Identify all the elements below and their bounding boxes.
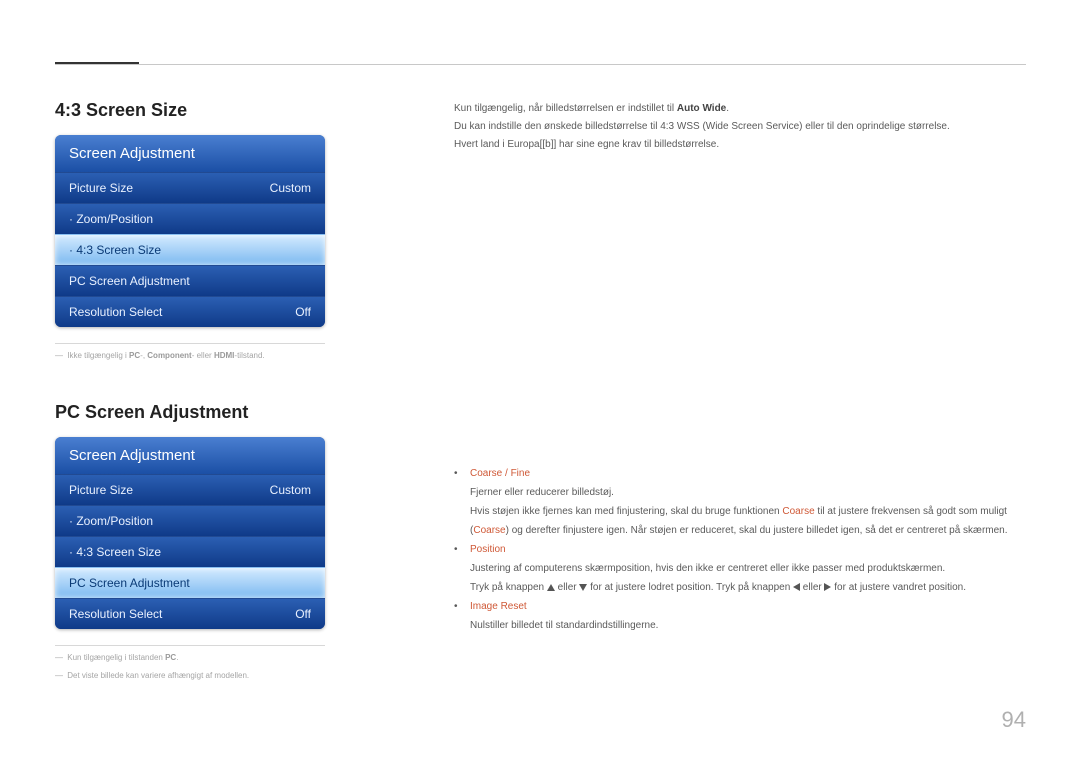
menu-item-label: PC Screen Adjustment [69,274,190,288]
intro-text: Kun tilgængelig, når billedstørrelsen er… [454,100,1026,154]
menu-item[interactable]: PC Screen Adjustment [55,265,325,296]
spacer [454,154,1026,464]
menu-item-label: Zoom/Position [69,212,153,226]
menu-item-value: Custom [270,181,311,195]
bullet-image-reset: • Image Reset Nulstiller billedet til st… [454,597,1026,635]
menu-item-value: Off [295,305,311,319]
menu-item[interactable]: Resolution Select Off [55,598,325,629]
right-column: Kun tilgængelig, når billedstørrelsen er… [454,100,1026,635]
footnote-2b: ― Det viste billede kan variere afhængig… [55,670,345,682]
footnote-2a: ― Kun tilgængelig i tilstanden PC. [55,652,345,664]
separator [55,645,325,646]
menu-item[interactable]: 4:3 Screen Size [55,234,325,265]
menu-item-label: Picture Size [69,483,133,497]
menu-item[interactable]: 4:3 Screen Size [55,536,325,567]
menu-header: Screen Adjustment [55,135,325,172]
arrow-up-icon [547,584,555,591]
header-rule [55,64,1026,65]
menu-item-label: 4:3 Screen Size [69,545,161,559]
menu-header: Screen Adjustment [55,437,325,474]
arrow-left-icon [793,583,800,591]
bullet-coarse-fine: • Coarse / Fine Fjerner eller reducerer … [454,464,1026,540]
bullet-list: • Coarse / Fine Fjerner eller reducerer … [454,464,1026,635]
menu-item-label: Picture Size [69,181,133,195]
footnote-1: ― Ikke tilgængelig i PC-, Component- ell… [55,350,345,362]
section-title-pc: PC Screen Adjustment [55,402,345,423]
menu-item-label: 4:3 Screen Size [69,243,161,257]
menu-item-value: Off [295,607,311,621]
menu-item[interactable]: Picture Size Custom [55,172,325,203]
menu-item[interactable]: Picture Size Custom [55,474,325,505]
menu-panel-2: Screen Adjustment Picture Size Custom Zoom… [55,437,325,629]
menu-item[interactable]: Zoom/Position [55,505,325,536]
bullet-position: • Position Justering af computerens skær… [454,540,1026,597]
separator [55,343,325,344]
menu-item-label: Zoom/Position [69,514,153,528]
menu-item[interactable]: PC Screen Adjustment [55,567,325,598]
menu-panel-1: Screen Adjustment Picture Size Custom Zoom… [55,135,325,327]
menu-item-label: Resolution Select [69,607,162,621]
left-column: 4:3 Screen Size Screen Adjustment Pictur… [55,100,345,682]
bullet-dot: • [454,540,462,597]
bullet-dot: • [454,464,462,540]
menu-item-label: PC Screen Adjustment [69,576,190,590]
section-title-43: 4:3 Screen Size [55,100,345,121]
page-number: 94 [1002,707,1026,733]
menu-item[interactable]: Zoom/Position [55,203,325,234]
menu-item[interactable]: Resolution Select Off [55,296,325,327]
bullet-dot: • [454,597,462,635]
menu-item-label: Resolution Select [69,305,162,319]
menu-item-value: Custom [270,483,311,497]
